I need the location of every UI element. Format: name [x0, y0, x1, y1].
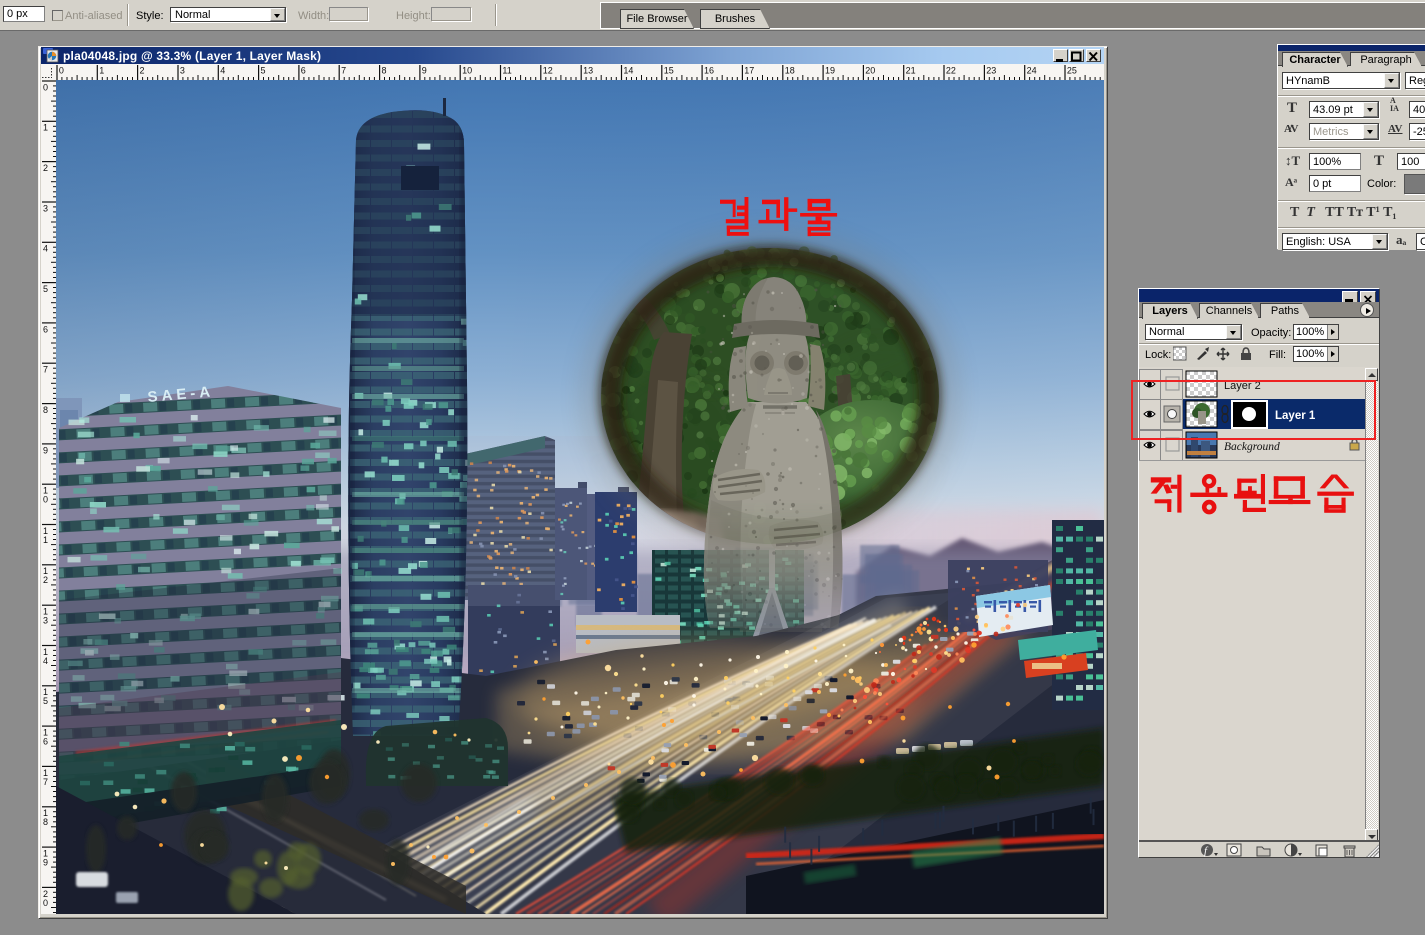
svg-text:0: 0: [43, 898, 48, 908]
svg-text:2: 2: [43, 163, 48, 173]
svg-text:6: 6: [43, 737, 48, 747]
svg-text:5: 5: [261, 66, 266, 76]
svg-text:13: 13: [583, 66, 593, 76]
svg-text:5: 5: [43, 284, 48, 294]
svg-text:6: 6: [301, 66, 306, 76]
svg-text:19: 19: [825, 66, 835, 76]
svg-text:8: 8: [43, 405, 48, 415]
svg-text:14: 14: [623, 66, 633, 76]
svg-text:0: 0: [43, 495, 48, 505]
svg-text:20: 20: [865, 66, 875, 76]
svg-text:9: 9: [422, 66, 427, 76]
svg-text:4: 4: [43, 656, 48, 666]
svg-text:3: 3: [43, 203, 48, 213]
svg-text:5: 5: [43, 696, 48, 706]
svg-text:15: 15: [664, 66, 674, 76]
svg-text:1: 1: [99, 66, 104, 76]
svg-text:24: 24: [1027, 66, 1037, 76]
svg-text:25: 25: [1067, 66, 1077, 76]
svg-text:8: 8: [43, 817, 48, 827]
svg-text:22: 22: [946, 66, 956, 76]
svg-text:12: 12: [543, 66, 553, 76]
svg-text:2: 2: [43, 575, 48, 585]
svg-text:16: 16: [704, 66, 714, 76]
svg-text:3: 3: [180, 66, 185, 76]
svg-text:6: 6: [43, 324, 48, 334]
svg-text:0: 0: [43, 82, 48, 92]
svg-text:1: 1: [43, 535, 48, 545]
svg-text:8: 8: [382, 66, 387, 76]
svg-text:21: 21: [906, 66, 916, 76]
svg-text:10: 10: [462, 66, 472, 76]
svg-text:7: 7: [43, 777, 48, 787]
svg-text:11: 11: [502, 66, 511, 76]
svg-text:23: 23: [986, 66, 996, 76]
svg-text:4: 4: [43, 244, 48, 254]
svg-text:17: 17: [744, 66, 754, 76]
svg-text:0: 0: [59, 66, 64, 76]
svg-text:3: 3: [43, 616, 48, 626]
svg-text:7: 7: [341, 66, 346, 76]
svg-text:7: 7: [43, 365, 48, 375]
svg-text:9: 9: [43, 858, 48, 868]
svg-text:2: 2: [140, 66, 145, 76]
svg-text:4: 4: [220, 66, 225, 76]
svg-text:1: 1: [43, 123, 48, 133]
svg-text:18: 18: [785, 66, 795, 76]
svg-text:9: 9: [43, 445, 48, 455]
